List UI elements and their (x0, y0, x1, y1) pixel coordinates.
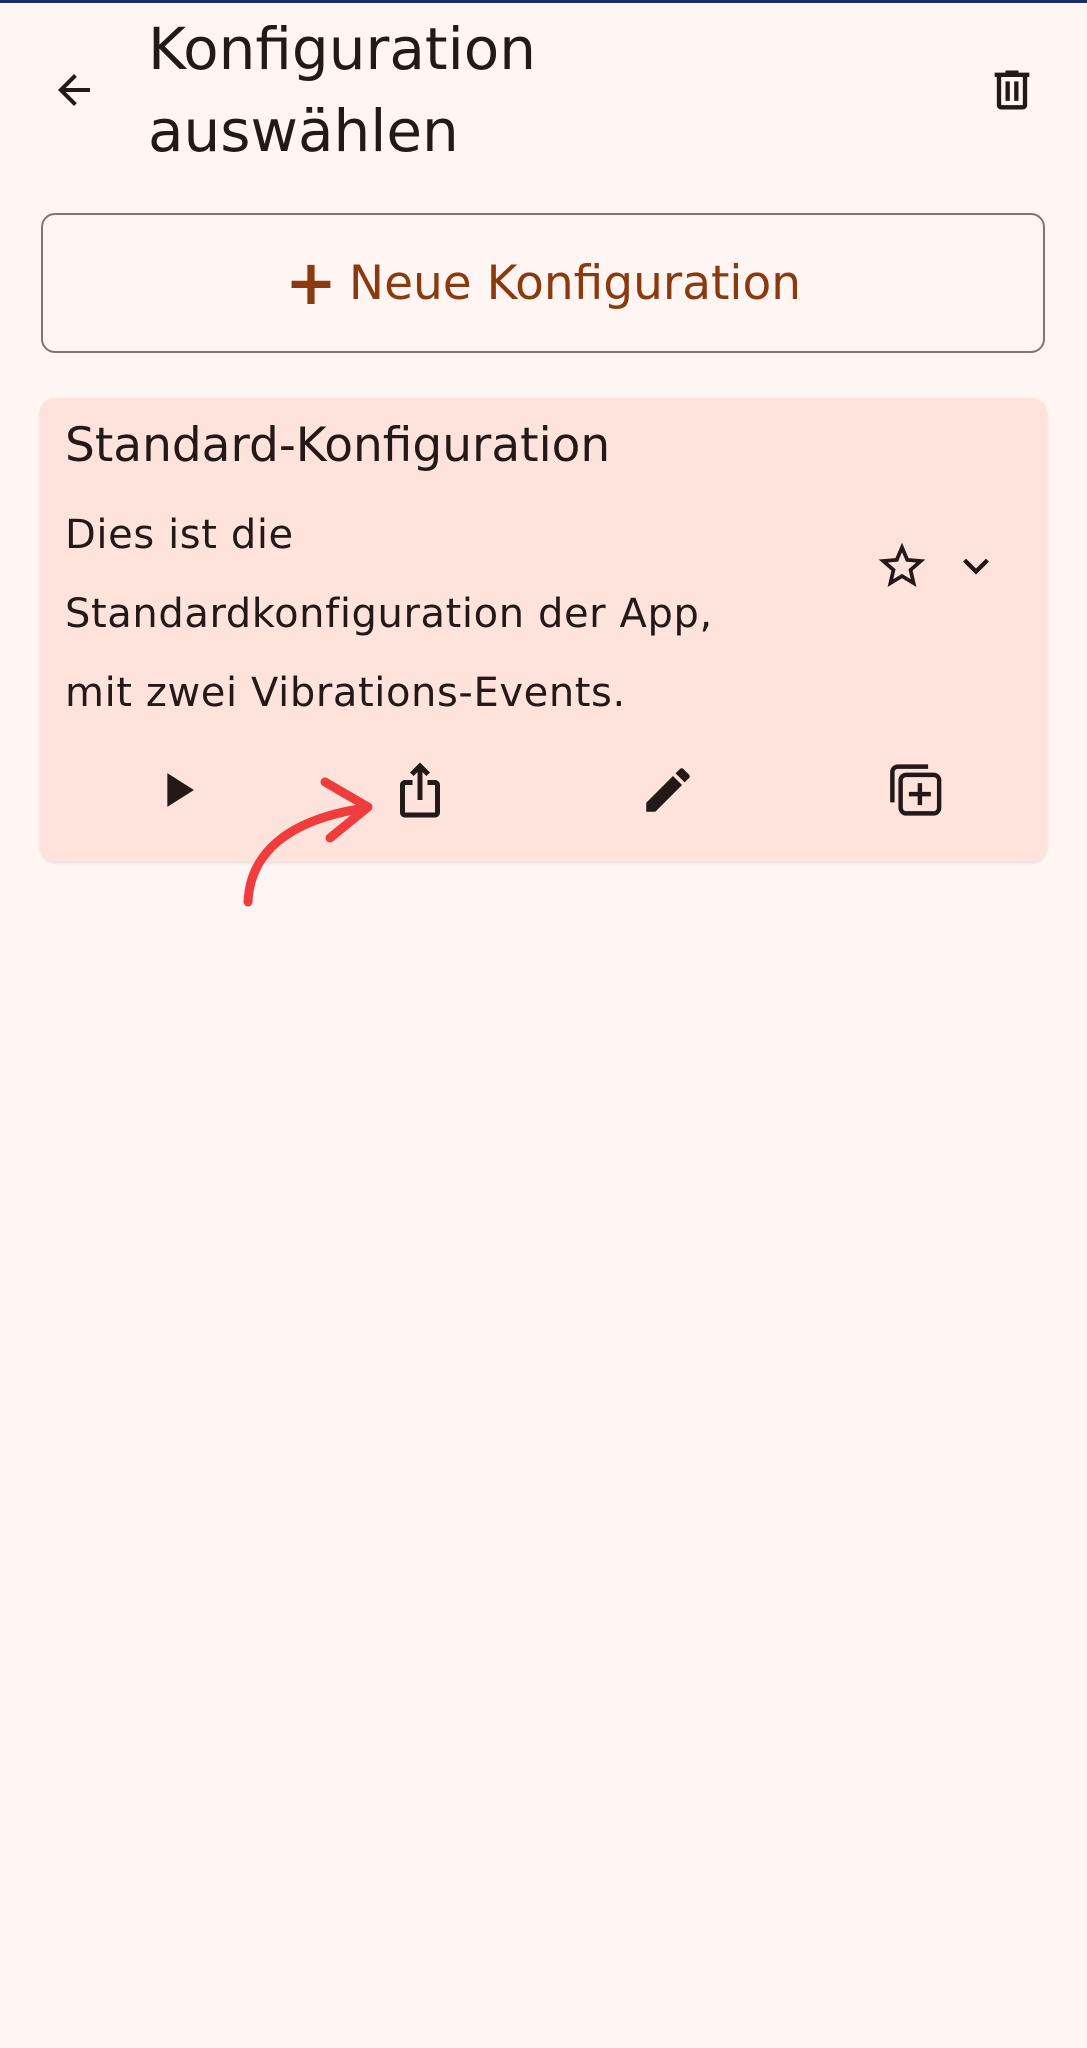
back-button[interactable] (38, 54, 110, 126)
share-button[interactable] (380, 750, 460, 830)
card-description-line: mit zwei Vibrations-Events. (65, 670, 626, 716)
arrow-left-icon (58, 74, 90, 106)
chevron-down-icon (963, 558, 989, 575)
edit-icon (646, 768, 690, 812)
annotation-arrow-icon (243, 777, 373, 907)
duplicate-icon (890, 764, 942, 816)
card-description-line: Standardkonfiguration der App, (65, 591, 713, 637)
star-outline-icon (878, 542, 926, 587)
card-description-line: Dies ist die (65, 512, 294, 558)
favorite-button[interactable] (866, 530, 938, 602)
page-title: Konfiguration auswählen (148, 8, 908, 172)
page-title-line1: Konfiguration (148, 15, 536, 83)
expand-button[interactable] (940, 530, 1012, 602)
new-configuration-button[interactable]: + Neue Konfiguration (41, 213, 1045, 353)
share-icon (400, 762, 440, 818)
page-title-line2: auswählen (148, 97, 459, 165)
top-app-bar: Konfiguration auswählen (0, 0, 1087, 190)
card-description: Dies ist die Standardkonfiguration der A… (65, 496, 825, 733)
card-title: Standard-Konfiguration (65, 418, 611, 473)
duplicate-button[interactable] (873, 750, 953, 830)
trash-icon (994, 70, 1030, 110)
delete-button[interactable] (976, 54, 1048, 126)
play-icon (167, 773, 194, 807)
play-button[interactable] (137, 750, 217, 830)
plus-icon: + (284, 246, 337, 319)
edit-button[interactable] (628, 750, 708, 830)
new-configuration-label: Neue Konfiguration (348, 255, 802, 311)
